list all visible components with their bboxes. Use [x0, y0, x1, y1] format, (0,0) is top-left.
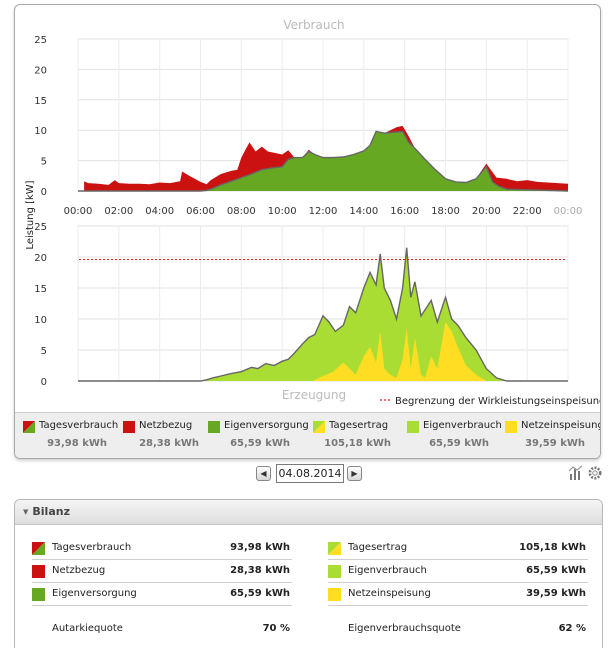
bilanz-value: 65,59 kWh: [230, 588, 290, 599]
x-tick-label: 22:00: [513, 206, 542, 217]
bilanz-row-eigenverbrauch: Eigenverbrauch 65,59 kWh: [328, 561, 588, 583]
y-axis-label: Leistung [kW]: [25, 180, 36, 249]
top-y-tick-label: 25: [34, 35, 47, 46]
bilanz-row-netzeinspeisung: Netzeinspeisung 39,59 kWh: [328, 584, 588, 606]
bilanz-value: 39,59 kWh: [526, 588, 586, 599]
bilanz-value: 28,38 kWh: [230, 565, 290, 576]
bilanz-row-netzbezug: Netzbezug 28,38 kWh: [32, 561, 292, 583]
bottom-y-tick-label: 25: [34, 222, 47, 233]
x-tick-label: 00:00: [64, 206, 93, 217]
bilanz-label: Tagesverbrauch: [52, 542, 132, 553]
bottom-y-tick-label: 20: [34, 253, 47, 264]
next-arrow-icon[interactable]: ▶: [347, 466, 362, 481]
bilanz-header[interactable]: ▼ Bilanz: [15, 500, 602, 525]
bilanz-label: Eigenversorgung: [52, 588, 137, 599]
bilanz-label: Autarkiequote: [52, 623, 123, 634]
legend-value: 28,38 kWh: [139, 438, 199, 449]
bilanz-row-tagesverbrauch: Tagesverbrauch 93,98 kWh: [32, 538, 292, 560]
legend-label: Eigenverbrauch: [423, 420, 502, 431]
legend-swatch-netzeinspeisung: [505, 421, 517, 433]
legend-value: 65,59 kWh: [230, 438, 290, 449]
bilanz-value: 65,59 kWh: [526, 565, 586, 576]
bilanz-label: Eigenverbrauchsquote: [348, 623, 461, 634]
swatch-eigenversorgung: [32, 588, 45, 601]
limit-legend-label: Begrenzung der Wirkleistungseinspeisung: [395, 396, 601, 407]
chart-legend: Tagesverbrauch 93,98 kWh Netzbezug 28,38…: [15, 412, 601, 458]
top-y-tick-label: 5: [41, 157, 47, 168]
swatch-eigenverbrauch: [328, 565, 341, 578]
bilanz-value: 70 %: [262, 623, 290, 634]
legend-value: 39,59 kWh: [525, 438, 585, 449]
charts-svg: 25 20 15 10 5 0 Verbrauch 00:00 02:00 04:00 06:00 0…: [25, 18, 601, 407]
top-y-tick-label: 0: [41, 187, 47, 198]
bottom-y-tick-label: 10: [34, 315, 47, 326]
legend-swatch-tagesertrag: [313, 421, 325, 433]
bilanz-row-eigenverbrauchsquote: Eigenverbrauchsquote 62 %: [328, 619, 588, 641]
x-tick-label: 12:00: [309, 206, 338, 217]
bilanz-panel: ▼ Bilanz Tagesverbrauch 93,98 kWh Netzbez…: [14, 499, 603, 648]
x-tick-label: 08:00: [227, 206, 256, 217]
top-y-tick-label: 10: [34, 126, 47, 137]
swatch-tagesverbrauch: [32, 542, 45, 555]
legend-value: 105,18 kWh: [324, 438, 391, 449]
legend-swatch-eigenverbrauch: [407, 421, 419, 433]
x-tick-label: 10:00: [268, 206, 297, 217]
x-tick-label: 04:00: [145, 206, 174, 217]
bilanz-label: Tagesertrag: [348, 542, 408, 553]
swatch-tagesertrag: [328, 542, 341, 555]
bilanz-label: Netzbezug: [52, 565, 106, 576]
bottom-y-tick-label: 0: [41, 377, 47, 388]
legend-swatch-eigenversorgung: [208, 421, 220, 433]
x-tick-label: 16:00: [390, 206, 419, 217]
x-tick-label: 00:00: [554, 206, 583, 217]
legend-label: Tagesverbrauch: [39, 420, 119, 431]
bottom-y-tick-label: 5: [41, 346, 47, 357]
x-tick-label: 06:00: [186, 206, 215, 217]
bilanz-value: 93,98 kWh: [230, 542, 290, 553]
collapse-arrow-icon[interactable]: ▼: [23, 508, 28, 516]
legend-label: Eigenversorgung: [224, 420, 309, 431]
legend-value: 65,59 kWh: [429, 438, 489, 449]
bilanz-value: 105,18 kWh: [519, 542, 586, 553]
chart-options-icon[interactable]: [568, 465, 584, 481]
bilanz-value: 62 %: [558, 623, 586, 634]
x-tick-label: 18:00: [431, 206, 460, 217]
bottom-y-tick-label: 15: [34, 284, 47, 295]
legend-label: Netzbezug: [139, 420, 193, 431]
top-y-tick-label: 15: [34, 96, 47, 107]
x-tick-label: 02:00: [104, 206, 133, 217]
legend-label: Netzeinspeisung: [521, 420, 601, 431]
bilanz-label: Netzeinspeisung: [348, 588, 431, 599]
bottom-chart-title: Erzeugung: [282, 388, 346, 402]
prev-arrow-icon[interactable]: ◀: [256, 466, 271, 481]
x-tick-label: 14:00: [349, 206, 378, 217]
bilanz-title: Bilanz: [32, 505, 70, 518]
legend-swatch-tagesverbrauch: [23, 421, 35, 433]
bilanz-row-tagesertrag: Tagesertrag 105,18 kWh: [328, 538, 588, 560]
bilanz-row-autarkiequote: Autarkiequote 70 %: [32, 619, 292, 641]
chart-panel: 25 20 15 10 5 0 Verbrauch 00:00 02:00 04:00 06:00 0…: [14, 4, 601, 459]
bilanz-label: Eigenverbrauch: [348, 565, 427, 576]
legend-swatch-netzbezug: [123, 421, 135, 433]
top-y-tick-label: 20: [34, 65, 47, 76]
legend-value: 93,98 kWh: [47, 438, 107, 449]
swatch-netzeinspeisung: [328, 588, 341, 601]
settings-gear-icon[interactable]: [587, 465, 603, 481]
swatch-netzbezug: [32, 565, 45, 578]
top-chart-title: Verbrauch: [283, 18, 344, 32]
bilanz-row-eigenversorgung: Eigenversorgung 65,59 kWh: [32, 584, 292, 606]
legend-label: Tagesertrag: [329, 420, 389, 431]
date-field[interactable]: 04.08.2014: [276, 464, 344, 483]
x-tick-label: 20:00: [472, 206, 501, 217]
